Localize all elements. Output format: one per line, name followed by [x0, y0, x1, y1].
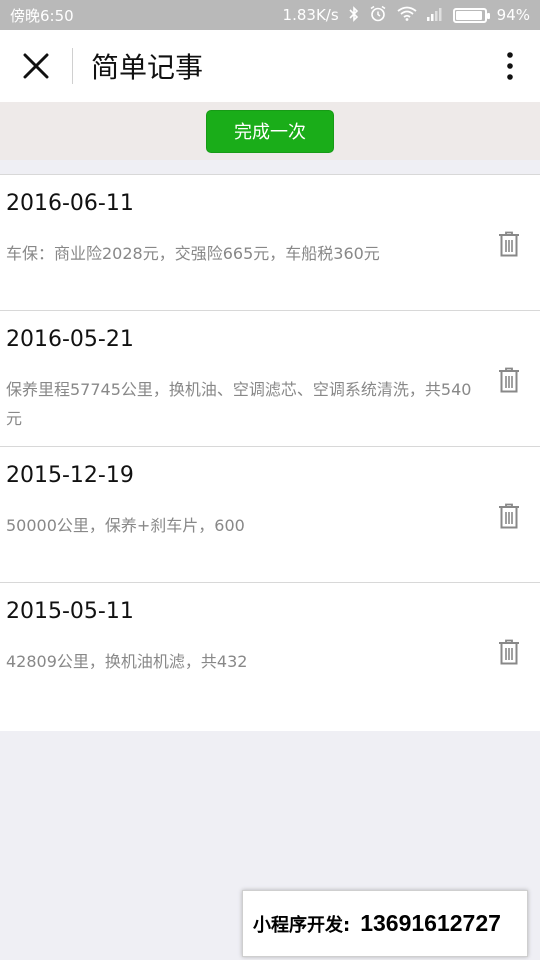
alarm-icon — [369, 5, 387, 25]
nav-divider — [72, 48, 73, 84]
banner-label: 小程序开发: — [253, 914, 351, 936]
trash-icon — [499, 231, 519, 257]
record-item[interactable]: 2016-05-21 保养里程57745公里，换机油、空调滤芯、空调系统清洗，共5… — [0, 311, 540, 447]
status-time: 傍晚6:50 — [10, 6, 74, 25]
close-button[interactable] — [0, 30, 72, 102]
status-bar: 傍晚6:50 1.83K/s 94% — [0, 0, 540, 30]
record-text: 保养里程57745公里，换机油、空调滤芯、空调系统清洗，共540元 — [6, 380, 472, 428]
developer-contact-banner: 小程序开发: 13691612727 — [242, 890, 528, 957]
record-date: 2016-06-11 — [6, 191, 134, 216]
record-item[interactable]: 2015-05-11 42809公里，换机油机滤，共432 — [0, 583, 540, 731]
delete-record-button[interactable] — [498, 639, 522, 665]
more-vertical-icon — [507, 52, 513, 80]
nav-bar: 简单记事 — [0, 30, 540, 102]
signal-icon — [426, 7, 443, 24]
status-indicators: 1.83K/s 94% — [283, 5, 530, 25]
battery-fill — [455, 10, 482, 20]
record-date: 2015-12-19 — [6, 463, 134, 488]
record-item[interactable]: 2015-12-19 50000公里，保养+刹车片，600 — [0, 447, 540, 583]
record-text: 车保：商业险2028元，交强险665元，车船税360元 — [6, 244, 380, 263]
battery-icon — [452, 7, 490, 23]
close-icon — [23, 53, 49, 79]
action-strip: 完成一次 — [0, 102, 540, 160]
record-text: 42809公里，换机油机滤，共432 — [6, 652, 248, 671]
battery-percent: 94% — [496, 6, 530, 24]
more-button[interactable] — [480, 30, 540, 102]
trash-icon — [499, 367, 519, 393]
record-date: 2016-05-21 — [6, 327, 134, 352]
record-date: 2015-05-11 — [6, 599, 134, 624]
wifi-icon — [397, 6, 417, 24]
banner-phone: 13691612727 — [360, 910, 501, 936]
page-title: 简单记事 — [91, 51, 204, 84]
bluetooth-icon — [349, 5, 359, 25]
trash-icon — [499, 639, 519, 665]
trash-icon — [499, 503, 519, 529]
delete-record-button[interactable] — [498, 367, 522, 393]
complete-once-button[interactable]: 完成一次 — [206, 109, 334, 153]
record-list: 2016-06-11 车保：商业险2028元，交强险665元，车船税360元 201… — [0, 174, 540, 731]
delete-record-button[interactable] — [498, 503, 522, 529]
record-item[interactable]: 2016-06-11 车保：商业险2028元，交强险665元，车船税360元 — [0, 175, 540, 311]
network-speed: 1.83K/s — [282, 6, 339, 24]
record-text: 50000公里，保养+刹车片，600 — [6, 516, 245, 535]
delete-record-button[interactable] — [498, 231, 522, 257]
